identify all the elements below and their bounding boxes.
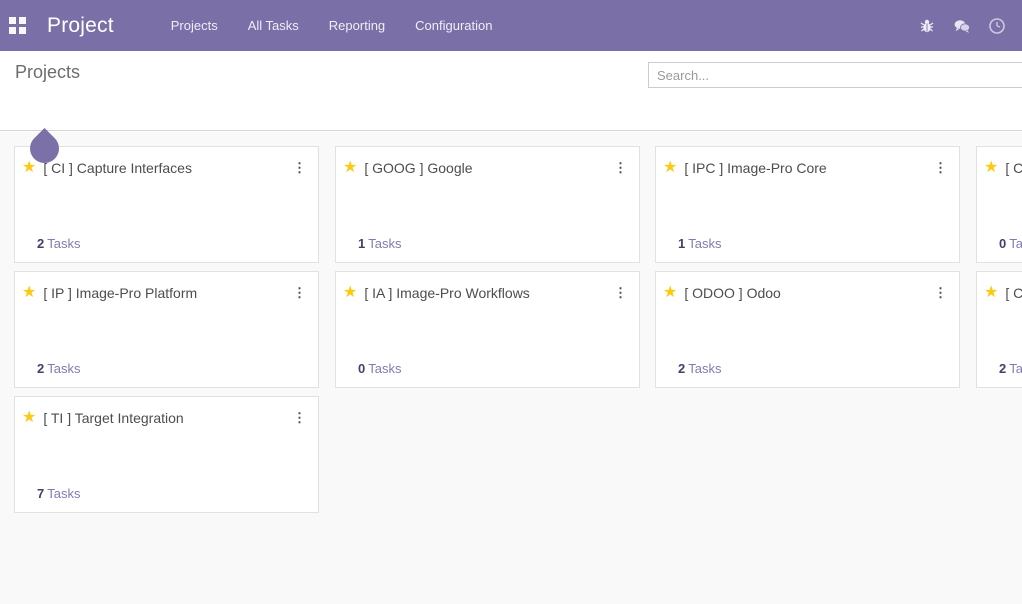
tasks-count: 2 (999, 361, 1007, 376)
tasks-link[interactable]: 2 Tasks (37, 361, 80, 376)
project-card[interactable]: ★ [ TI ] Target Integration ⋮ 7 Tasks (14, 396, 319, 513)
clock-icon[interactable] (988, 17, 1006, 35)
project-card[interactable]: ★ [ IPC ] Image-Pro Core ⋮ 1 Tasks (655, 146, 960, 263)
project-card[interactable]: ★ [ GOOG ] Google ⋮ 1 Tasks (335, 146, 640, 263)
tasks-label: Tasks (688, 236, 722, 251)
tasks-link[interactable]: 1 Tasks (358, 236, 401, 251)
tasks-label: Tasks (688, 361, 722, 376)
favorite-star-icon[interactable]: ★ (22, 410, 36, 426)
kebab-menu-icon[interactable]: ⋮ (610, 160, 631, 175)
project-card[interactable]: ★ [ ODOO ] Odoo ⋮ 2 Tasks (655, 271, 960, 388)
tasks-count: 2 (37, 361, 45, 376)
tasks-count: 2 (37, 236, 45, 251)
kebab-menu-icon[interactable]: ⋮ (930, 285, 951, 300)
menu-configuration[interactable]: Configuration (415, 18, 492, 33)
chat-icon[interactable] (953, 17, 971, 35)
tasks-count: 7 (37, 486, 45, 501)
tasks-link[interactable]: 1 Tasks (678, 236, 721, 251)
tasks-label: Tasks (47, 361, 81, 376)
tasks-label: Tasks (368, 361, 402, 376)
kebab-menu-icon[interactable]: ⋮ (289, 410, 310, 425)
favorite-star-icon[interactable]: ★ (343, 160, 357, 176)
search-input[interactable] (648, 62, 1022, 88)
project-card[interactable]: ★ [ CI ] Capture Interfaces ⋮ 2 Tasks (14, 146, 319, 263)
tasks-label: Tasks (47, 236, 81, 251)
project-card-clipped[interactable]: ★ [ C 2 Ta (976, 271, 1022, 388)
tasks-label: Ta (1009, 361, 1022, 376)
project-title: [ C (1005, 285, 1022, 301)
kebab-menu-icon[interactable]: ⋮ (289, 160, 310, 175)
project-title: [ GOOG ] Google (364, 160, 473, 176)
bug-icon[interactable] (918, 17, 936, 35)
tasks-link[interactable]: 2 Ta (999, 361, 1022, 376)
project-title: [ IPC ] Image-Pro Core (684, 160, 827, 176)
favorite-star-icon[interactable]: ★ (343, 285, 357, 301)
project-title: [ CI ] Capture Interfaces (43, 160, 192, 176)
app-header: Project Projects All Tasks Reporting Con… (0, 0, 1022, 51)
tasks-label: Tasks (368, 236, 402, 251)
menu-reporting[interactable]: Reporting (329, 18, 385, 33)
favorite-star-icon[interactable]: ★ (663, 160, 677, 176)
project-title: [ C (1005, 160, 1022, 176)
favorite-star-icon[interactable]: ★ (984, 160, 998, 176)
kanban-view: ★ [ CI ] Capture Interfaces ⋮ 2 Tasks ★ [… (0, 132, 1022, 604)
app-title: Project (47, 13, 114, 37)
project-title: [ TI ] Target Integration (43, 410, 184, 426)
project-card[interactable]: ★ [ IA ] Image-Pro Workflows ⋮ 0 Tasks (335, 271, 640, 388)
kebab-menu-icon[interactable]: ⋮ (930, 160, 951, 175)
kebab-menu-icon[interactable]: ⋮ (610, 285, 631, 300)
tasks-link[interactable]: 2 Tasks (678, 361, 721, 376)
tasks-label: Ta (1009, 236, 1022, 251)
tasks-count: 2 (678, 361, 686, 376)
tasks-count: 1 (358, 236, 366, 251)
menu-projects[interactable]: Projects (171, 18, 218, 33)
tasks-link[interactable]: 0 Ta (999, 236, 1022, 251)
tasks-link[interactable]: 2 Tasks (37, 236, 80, 251)
project-title: [ ODOO ] Odoo (684, 285, 781, 301)
project-card-clipped[interactable]: ★ [ C 0 Ta (976, 146, 1022, 263)
favorite-star-icon[interactable]: ★ (22, 285, 36, 301)
menu-all-tasks[interactable]: All Tasks (248, 18, 299, 33)
favorite-star-icon[interactable]: ★ (663, 285, 677, 301)
tasks-count: 0 (999, 236, 1007, 251)
tasks-link[interactable]: 0 Tasks (358, 361, 401, 376)
kebab-menu-icon[interactable]: ⋮ (289, 285, 310, 300)
page-title: Projects (15, 62, 81, 82)
tasks-count: 0 (358, 361, 366, 376)
favorite-star-icon[interactable]: ★ (984, 285, 998, 301)
favorite-star-icon[interactable]: ★ (22, 160, 36, 176)
project-title: [ IA ] Image-Pro Workflows (364, 285, 530, 301)
tasks-link[interactable]: 7 Tasks (37, 486, 80, 501)
tasks-count: 1 (678, 236, 686, 251)
main-menu: Projects All Tasks Reporting Configurati… (171, 18, 493, 33)
tasks-label: Tasks (47, 486, 81, 501)
project-title: [ IP ] Image-Pro Platform (43, 285, 198, 301)
control-panel: Projects Create Import Filters Group By … (0, 51, 1022, 174)
project-card[interactable]: ★ [ IP ] Image-Pro Platform ⋮ 2 Tasks (14, 271, 319, 388)
apps-grid-icon[interactable] (9, 17, 26, 34)
